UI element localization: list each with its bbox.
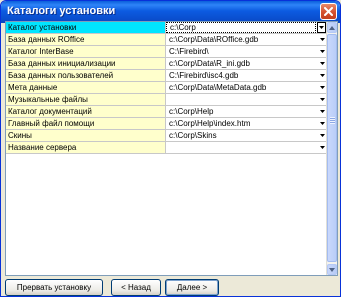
grid-row[interactable]: Главный файл помощи c:\Corp\Help\index.ht…	[6, 118, 327, 130]
close-button[interactable]	[320, 3, 337, 20]
grid-row[interactable]: Название сервера	[6, 142, 327, 154]
dropdown-button[interactable]	[318, 83, 326, 92]
chevron-down-icon	[319, 134, 325, 137]
scroll-thumb[interactable]	[327, 34, 337, 262]
dropdown-button[interactable]	[318, 143, 326, 152]
grid-row-label[interactable]: База данных пользователей	[6, 70, 166, 81]
dropdown-button[interactable]	[318, 35, 326, 44]
grid-row[interactable]: База данных ROffice c:\Corp\Data\ROffice.…	[6, 34, 327, 46]
close-icon	[324, 7, 333, 16]
title-bar[interactable]: Каталоги установки	[1, 1, 340, 23]
dropdown-button[interactable]	[318, 107, 326, 116]
back-button[interactable]: < Назад	[111, 279, 161, 296]
scroll-down-button[interactable]	[327, 264, 337, 275]
chevron-down-icon	[319, 74, 325, 77]
dropdown-button[interactable]	[318, 71, 326, 80]
grid-row-label[interactable]: Название сервера	[6, 142, 166, 153]
grid-row-label[interactable]: Главный файл помощи	[6, 118, 166, 129]
scroll-thumb-grip	[330, 117, 335, 124]
next-button[interactable]: Далее >	[165, 279, 219, 296]
grid-row-label[interactable]: Музыкальные файлы	[6, 94, 166, 105]
chevron-down-icon	[319, 26, 324, 29]
chevron-down-icon	[319, 122, 325, 125]
grid-row-value[interactable]	[166, 142, 316, 153]
grid-row-value[interactable]: C:\Firebird\isc4.gdb	[166, 70, 316, 81]
grid-row-label[interactable]: Каталог документаций	[6, 106, 166, 117]
scroll-up-button[interactable]	[327, 22, 337, 33]
grid-row-value[interactable]: c:\Corp\Data\R_ini.gdb	[166, 58, 316, 69]
grid-row-value[interactable]: c:\Corp\Help\index.htm	[166, 118, 316, 129]
grid-row-value[interactable]	[166, 94, 316, 105]
chevron-down-icon	[319, 38, 325, 41]
vertical-scrollbar[interactable]	[326, 22, 337, 275]
window-title: Каталоги установки	[7, 5, 116, 17]
chevron-down-icon	[319, 50, 325, 53]
property-grid-rows: Каталог установки c:\Corp База данных ROff…	[6, 22, 327, 154]
dropdown-button[interactable]	[318, 131, 326, 140]
grid-row[interactable]: Каталог установки c:\Corp	[6, 22, 327, 34]
installer-window: Каталоги установки Каталог установки c:\C…	[0, 0, 341, 297]
grid-row-label[interactable]: Скины	[6, 130, 166, 141]
dropdown-button[interactable]	[318, 47, 326, 56]
dropdown-button[interactable]	[317, 22, 326, 33]
grid-row-label[interactable]: База данных инициализации	[6, 58, 166, 69]
grid-row-value[interactable]: C:\Firebird\	[166, 46, 316, 57]
grid-row-label[interactable]: Мета данные	[6, 82, 166, 93]
scroll-down-arrow-icon	[329, 267, 335, 272]
grid-row[interactable]: Каталог документаций c:\Corp\Help	[6, 106, 327, 118]
dropdown-button[interactable]	[318, 119, 326, 128]
grid-row[interactable]: База данных пользователей C:\Firebird\isc…	[6, 70, 327, 82]
dropdown-button[interactable]	[318, 59, 326, 68]
grid-row-value[interactable]: c:\Corp	[166, 22, 316, 33]
grid-row[interactable]: Мета данные c:\Corp\Data\MetaData.gdb	[6, 82, 327, 94]
grid-row-value[interactable]: c:\Corp\Data\MetaData.gdb	[166, 82, 316, 93]
grid-row-value[interactable]: c:\Corp\Skins	[166, 130, 316, 141]
grid-row[interactable]: Каталог InterBase C:\Firebird\	[6, 46, 327, 58]
grid-row-label[interactable]: Каталог InterBase	[6, 46, 166, 57]
property-grid: Каталог установки c:\Corp База данных ROff…	[5, 21, 338, 276]
chevron-down-icon	[319, 110, 325, 113]
grid-row-value[interactable]: c:\Corp\Help	[166, 106, 316, 117]
cancel-install-button[interactable]: Прервать установку	[5, 279, 103, 296]
grid-row[interactable]: Скины c:\Corp\Skins	[6, 130, 327, 142]
grid-row-label[interactable]: База данных ROffice	[6, 34, 166, 45]
grid-row[interactable]: Музыкальные файлы	[6, 94, 327, 106]
chevron-down-icon	[319, 62, 325, 65]
grid-row[interactable]: База данных инициализации c:\Corp\Data\R_…	[6, 58, 327, 70]
chevron-down-icon	[319, 146, 325, 149]
chevron-down-icon	[319, 86, 325, 89]
grid-row-label[interactable]: Каталог установки	[6, 22, 166, 33]
scroll-up-arrow-icon	[329, 25, 335, 30]
grid-row-value[interactable]: c:\Corp\Data\ROffice.gdb	[166, 34, 316, 45]
chevron-down-icon	[319, 98, 325, 101]
dropdown-button[interactable]	[318, 95, 326, 104]
